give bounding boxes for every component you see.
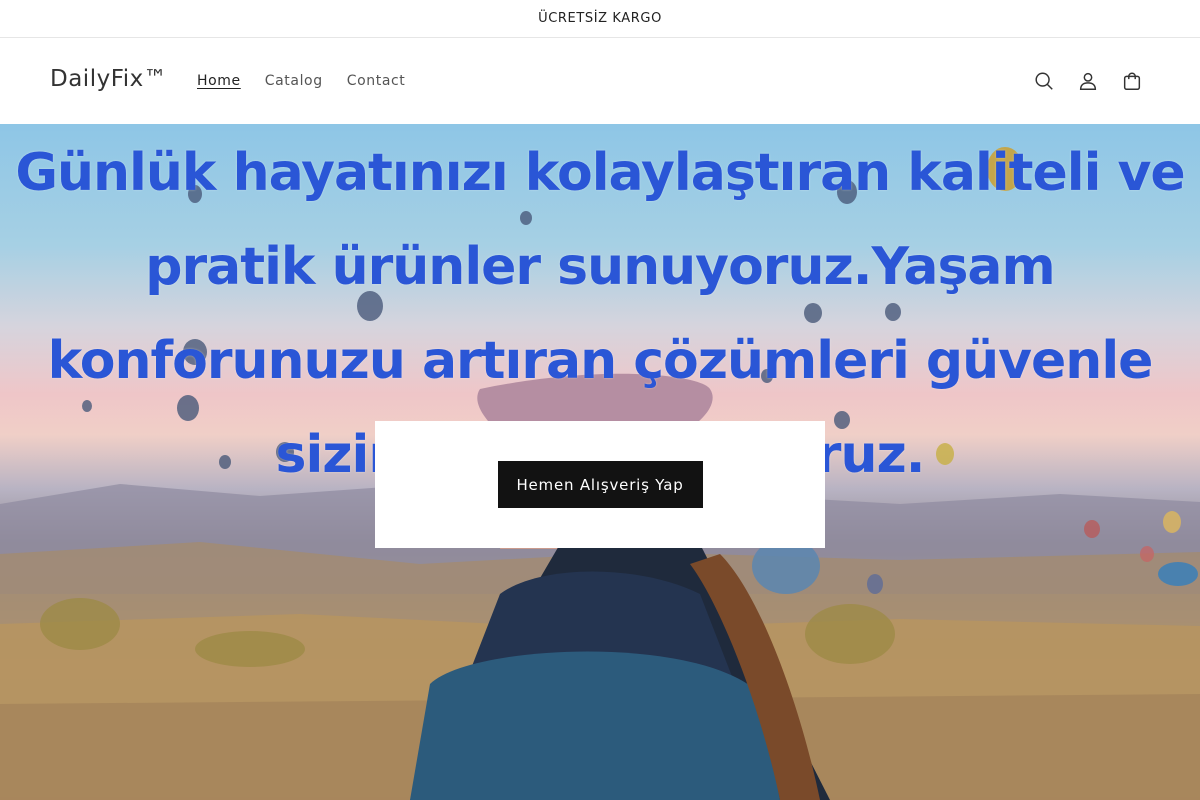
- account-button[interactable]: [1066, 59, 1110, 103]
- main-nav: Home Catalog Contact: [185, 72, 417, 90]
- account-icon: [1079, 72, 1097, 90]
- site-header: DailyFix™ Home Catalog Contact: [0, 39, 1200, 124]
- announcement-bar: ÜCRETSİZ KARGO: [0, 0, 1200, 38]
- search-icon: [1035, 72, 1053, 90]
- nav-item-home[interactable]: Home: [185, 72, 253, 90]
- shop-now-button[interactable]: Hemen Alışveriş Yap: [497, 461, 703, 508]
- announcement-text: ÜCRETSİZ KARGO: [538, 11, 662, 26]
- store-logo[interactable]: DailyFix™: [50, 66, 167, 92]
- cart-icon: [1123, 72, 1141, 90]
- nav-item-contact[interactable]: Contact: [335, 72, 418, 90]
- search-button[interactable]: [1022, 59, 1066, 103]
- hero-cta-box: Hemen Alışveriş Yap: [375, 421, 825, 548]
- nav-item-catalog[interactable]: Catalog: [253, 72, 335, 90]
- hero-banner: Günlük hayatınızı kolaylaştıran kaliteli…: [0, 124, 1200, 800]
- cart-button[interactable]: [1110, 59, 1154, 103]
- header-icons: [1022, 59, 1154, 103]
